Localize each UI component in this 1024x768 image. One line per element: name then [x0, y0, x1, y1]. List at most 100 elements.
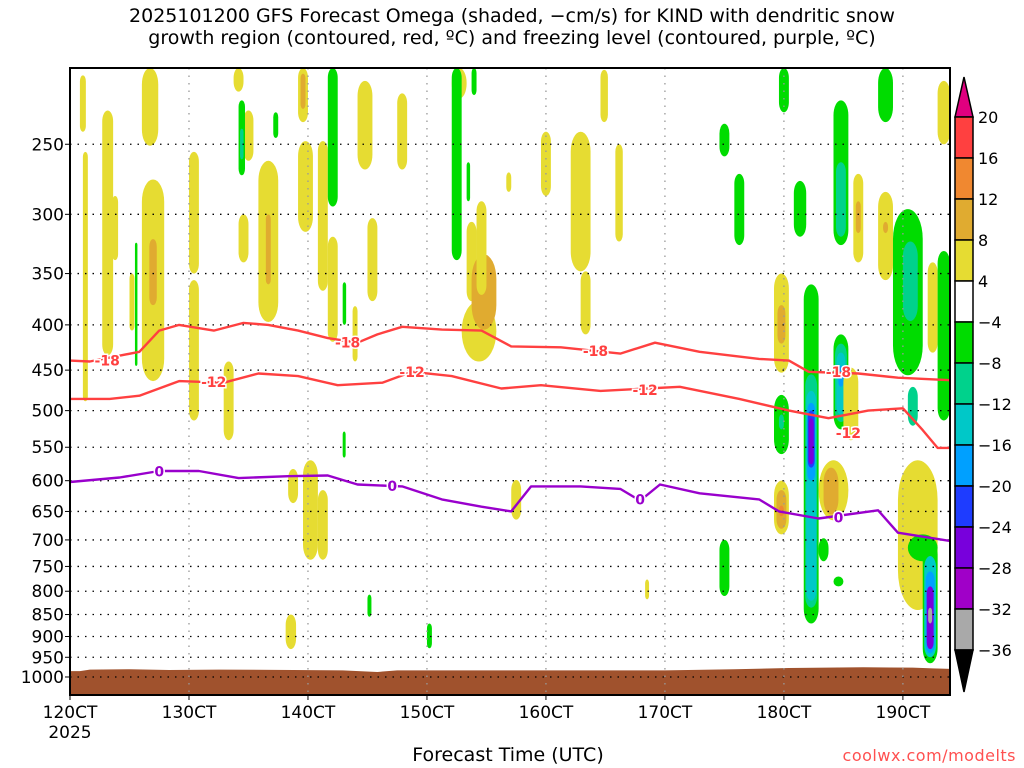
omega-cell [327, 236, 338, 342]
omega-cell [818, 538, 829, 562]
colorbar-label: 4 [978, 272, 988, 291]
colorbar-over-arrow [954, 76, 974, 118]
omega-cell [580, 271, 591, 335]
colorbar-under-arrow [954, 649, 974, 693]
dgz-minus12-label: -12 [201, 375, 226, 391]
omega-cell [342, 431, 346, 458]
omega-cell [79, 75, 86, 132]
omega-cell [238, 214, 249, 263]
omega-cell [719, 539, 730, 597]
omega-cell [273, 112, 279, 139]
dgz-minus18-label: -18 [335, 336, 360, 352]
y-tick-label: 800 [32, 582, 64, 602]
omega-cell [878, 191, 893, 281]
colorbar-band [954, 485, 974, 528]
colorbar-band [954, 444, 974, 487]
y-tick-label: 750 [32, 557, 64, 577]
omega-cell [285, 614, 297, 650]
omega-cell [451, 68, 462, 261]
x-tick-label: 120CT [43, 703, 98, 723]
colorbar-label: −4 [978, 313, 1002, 332]
colorbar-band [954, 198, 974, 241]
omega-cell [570, 131, 591, 272]
dgz-minus18-label: -18 [95, 354, 120, 370]
omega-cell [808, 418, 814, 465]
freezing-level-label: 0 [154, 465, 164, 481]
colorbar-label: −36 [978, 641, 1012, 660]
omega-cell [265, 214, 271, 285]
omega-cell [540, 131, 551, 196]
y-tick-label: 450 [32, 361, 64, 381]
x-tick-label: 170CT [638, 703, 693, 723]
y-tick-label: 500 [32, 402, 64, 422]
y-tick-label: 1000 [21, 668, 64, 688]
freezing-level-label: 0 [635, 492, 645, 508]
omega-cell [352, 306, 358, 362]
dgz-minus18-label: -18 [826, 365, 851, 381]
x-tick-label: 180CT [757, 703, 812, 723]
y-tick-label: 600 [32, 472, 64, 492]
omega-cell [317, 490, 328, 560]
omega-cell [793, 180, 807, 237]
omega-cell [300, 73, 306, 109]
colorbar-band [954, 526, 974, 569]
colorbar-label: 20 [978, 108, 998, 127]
omega-cell [937, 80, 950, 145]
colorbar-band [954, 116, 974, 159]
omega-cross-section-chart: -18 -18 -18 -18 -12 -12 -12 -12 0 0 0 0 250 300 350 40… [21, 67, 1012, 743]
omega-cell [883, 221, 889, 234]
omega-cell [367, 218, 378, 302]
y-tick-label: 950 [32, 648, 64, 668]
colorbar-band [954, 157, 974, 200]
omega-cell [317, 141, 328, 291]
colorbar-band [954, 567, 974, 610]
y-tick-label: 300 [32, 205, 64, 225]
colorbar-band [954, 403, 974, 446]
omega-cell [928, 607, 933, 624]
dgz-minus12-label: -12 [399, 365, 424, 381]
colorbar-label: 16 [978, 149, 998, 168]
y-tick-label: 900 [32, 627, 64, 647]
x-tick-year-label: 2025 [48, 723, 91, 743]
y-tick-label: 400 [32, 316, 64, 336]
x-tick-label: 140CT [281, 703, 336, 723]
watermark: coolwx.com/modelts [842, 746, 1016, 765]
freezing-level-label: 0 [387, 479, 397, 495]
colorbar-label: −32 [978, 600, 1012, 619]
x-tick-label: 130CT [162, 703, 217, 723]
y-tick-label: 700 [32, 531, 64, 551]
omega-cell [188, 280, 199, 421]
colorbar-band [954, 362, 974, 405]
y-tick-label: 550 [32, 438, 64, 458]
omega-cell [476, 201, 487, 295]
omega-cell [134, 242, 138, 366]
omega-cell [129, 273, 135, 331]
colorbar-band [954, 608, 974, 651]
x-tick-label: 150CT [400, 703, 455, 723]
omega-cell [342, 282, 347, 325]
dgz-minus18-label: -18 [583, 344, 608, 360]
y-tick-label: 850 [32, 606, 64, 626]
omega-cell [835, 162, 846, 237]
colorbar-label: −20 [978, 477, 1012, 496]
colorbar-label: −24 [978, 518, 1012, 537]
omega-cell [112, 195, 119, 261]
omega-cell [102, 110, 114, 356]
omega-shading [79, 68, 950, 664]
omega-cell [471, 68, 477, 96]
omega-cell [188, 151, 199, 274]
omega-cell [327, 68, 338, 207]
omega-cell [357, 80, 373, 170]
colorbar-band [954, 280, 974, 323]
y-tick-label: 650 [32, 502, 64, 522]
omega-cell [466, 162, 471, 202]
omega-cell [288, 468, 299, 504]
colorbar-band [954, 239, 974, 282]
dgz-minus12-label: -12 [632, 383, 657, 399]
omega-cell [855, 201, 861, 234]
y-tick-label: 350 [32, 265, 64, 285]
omega-cell [902, 241, 918, 322]
omega-cell [149, 239, 157, 306]
freezing-level-label: 0 [834, 510, 844, 526]
omega-cell [734, 173, 745, 246]
